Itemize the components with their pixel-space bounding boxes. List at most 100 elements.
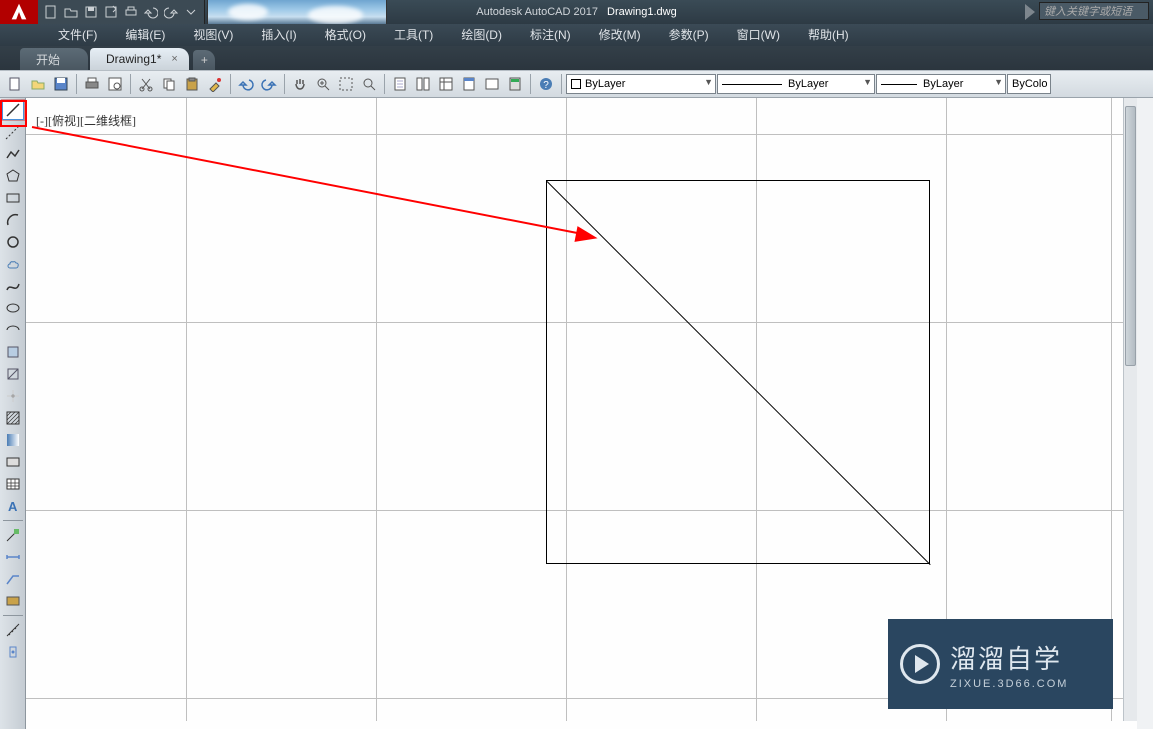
constraint-tool[interactable] [2, 642, 24, 662]
menu-dim[interactable]: 标注(N) [516, 24, 585, 46]
gradient-tool[interactable] [2, 430, 24, 450]
make-block-tool[interactable] [2, 364, 24, 384]
menu-tools[interactable]: 工具(T) [380, 24, 447, 46]
text-tool[interactable]: A [2, 496, 24, 516]
grid-line [26, 134, 1123, 135]
region-tool[interactable] [2, 452, 24, 472]
print-icon[interactable] [81, 73, 103, 95]
search-input[interactable]: 键入关键字或短语 [1039, 2, 1149, 20]
redo-icon[interactable] [162, 3, 180, 21]
zoom-window-icon[interactable] [335, 73, 357, 95]
sheet-set-icon[interactable] [458, 73, 480, 95]
watermark-url: ZIXUE.3D66.COM [950, 678, 1068, 690]
menu-file[interactable]: 文件(F) [44, 24, 111, 46]
pan-icon[interactable] [289, 73, 311, 95]
point-tool[interactable] [2, 386, 24, 406]
close-icon[interactable]: × [171, 53, 181, 63]
table-tool[interactable] [2, 474, 24, 494]
design-center-icon[interactable] [412, 73, 434, 95]
scrollbar-thumb[interactable] [1125, 106, 1136, 366]
multileader-tool[interactable] [2, 569, 24, 589]
measure-tool[interactable] [2, 620, 24, 640]
menu-bar: 文件(F) 编辑(E) 视图(V) 插入(I) 格式(O) 工具(T) 绘图(D… [0, 24, 1153, 46]
insert-block-tool[interactable] [2, 342, 24, 362]
save-icon[interactable] [82, 3, 100, 21]
spline-tool[interactable] [2, 276, 24, 296]
plotstyle-dropdown[interactable]: ByColo [1007, 74, 1051, 94]
chevron-down-icon: ▼ [863, 77, 872, 87]
file-name: Drawing1.dwg [607, 6, 677, 18]
tab-add-button[interactable]: + [193, 50, 215, 70]
vertical-scrollbar[interactable] [1123, 98, 1137, 721]
separator [530, 74, 531, 94]
new-icon[interactable] [42, 3, 60, 21]
lineweight-dropdown[interactable]: ByLayer ▼ [876, 74, 1006, 94]
menu-format[interactable]: 格式(O) [311, 24, 380, 46]
window-title: Autodesk AutoCAD 2017 Drawing1.dwg [476, 6, 676, 18]
linetype-dropdown[interactable]: ByLayer ▼ [717, 74, 875, 94]
ellipse-tool[interactable] [2, 298, 24, 318]
tool-palettes-icon[interactable] [435, 73, 457, 95]
revision-cloud-tool[interactable] [2, 254, 24, 274]
linetype-label: ByLayer [788, 78, 828, 90]
separator [3, 520, 23, 521]
open-icon[interactable] [62, 3, 80, 21]
separator [384, 74, 385, 94]
save-icon[interactable] [50, 73, 72, 95]
ellipse-arc-tool[interactable] [2, 320, 24, 340]
title-bar: Autodesk AutoCAD 2017 Drawing1.dwg 键入关键字… [0, 0, 1153, 24]
arc-tool[interactable] [2, 210, 24, 230]
tab-start[interactable]: 开始 [20, 48, 88, 70]
qat-dropdown-icon[interactable] [182, 3, 200, 21]
zoom-previous-icon[interactable] [358, 73, 380, 95]
svg-text:A: A [8, 499, 18, 514]
wipeout-tool[interactable] [2, 591, 24, 611]
markup-icon[interactable] [481, 73, 503, 95]
chevron-down-icon: ▼ [704, 77, 713, 87]
menu-draw[interactable]: 绘图(D) [447, 24, 516, 46]
copy-icon[interactable] [158, 73, 180, 95]
drawing-canvas[interactable]: [-][俯视][二维线框] 溜溜自学 ZIXUE.3D66.COM [26, 98, 1153, 729]
app-logo[interactable] [0, 0, 38, 24]
dimension-tool[interactable] [2, 547, 24, 567]
polygon-tool[interactable] [2, 166, 24, 186]
help-icon[interactable]: ? [535, 73, 557, 95]
cut-icon[interactable] [135, 73, 157, 95]
menu-modify[interactable]: 修改(M) [585, 24, 655, 46]
search-placeholder: 键入关键字或短语 [1044, 3, 1132, 19]
viewport-label[interactable]: [-][俯视][二维线框] [36, 112, 136, 129]
rectangle-tool[interactable] [2, 188, 24, 208]
standard-toolbar: ? ByLayer ▼ ByLayer ▼ ByLayer ▼ ByColo [0, 70, 1153, 98]
properties-icon[interactable] [389, 73, 411, 95]
circle-tool[interactable] [2, 232, 24, 252]
redo-icon[interactable] [258, 73, 280, 95]
hatch-tool[interactable] [2, 408, 24, 428]
zoom-realtime-icon[interactable] [312, 73, 334, 95]
saveas-icon[interactable] [102, 3, 120, 21]
document-tabs: 开始 Drawing1* × + [0, 46, 1153, 70]
calc-icon[interactable] [504, 73, 526, 95]
menu-window[interactable]: 窗口(W) [723, 24, 794, 46]
plot-preview-icon[interactable] [104, 73, 126, 95]
undo-icon[interactable] [142, 3, 160, 21]
menu-view[interactable]: 视图(V) [179, 24, 247, 46]
menu-help[interactable]: 帮助(H) [794, 24, 863, 46]
menu-insert[interactable]: 插入(I) [247, 24, 310, 46]
separator [284, 74, 285, 94]
new-icon[interactable] [4, 73, 26, 95]
infocenter-arrow-icon[interactable] [1025, 4, 1035, 20]
watermark: 溜溜自学 ZIXUE.3D66.COM [888, 619, 1113, 709]
undo-icon[interactable] [235, 73, 257, 95]
separator [230, 74, 231, 94]
plus-icon: + [201, 53, 208, 67]
layer-color-dropdown[interactable]: ByLayer ▼ [566, 74, 716, 94]
paste-icon[interactable] [181, 73, 203, 95]
open-icon[interactable] [27, 73, 49, 95]
menu-param[interactable]: 参数(P) [655, 24, 723, 46]
menu-edit[interactable]: 编辑(E) [111, 24, 179, 46]
match-prop-icon[interactable] [204, 73, 226, 95]
tab-drawing1[interactable]: Drawing1* × [90, 48, 189, 70]
add-selected-tool[interactable] [2, 525, 24, 545]
polyline-tool[interactable] [2, 144, 24, 164]
print-icon[interactable] [122, 3, 140, 21]
